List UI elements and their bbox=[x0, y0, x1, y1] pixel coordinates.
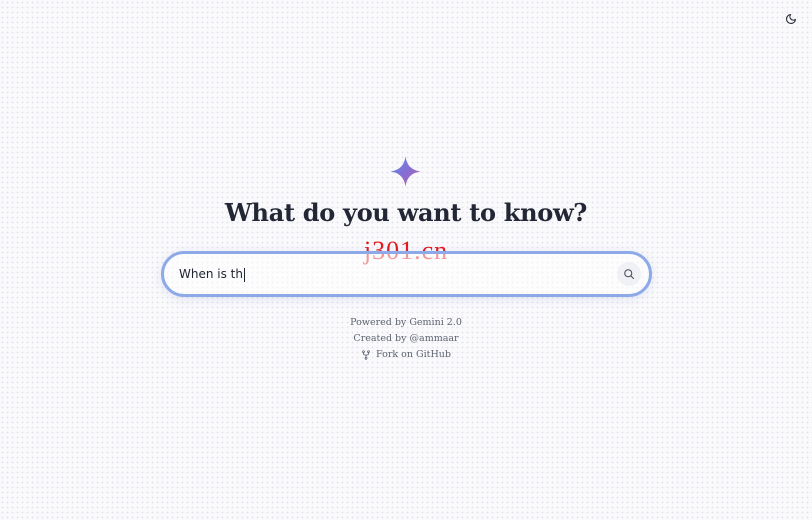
search-input[interactable]: When is th bbox=[179, 254, 245, 294]
search-input-value: When is th bbox=[179, 267, 243, 281]
theme-toggle-button[interactable] bbox=[782, 10, 800, 28]
fork-on-github-link[interactable]: Fork on GitHub bbox=[361, 347, 451, 363]
created-by-text: Created by @ammaar bbox=[353, 333, 459, 344]
search-box[interactable]: When is th bbox=[161, 251, 652, 297]
page-title: What do you want to know? bbox=[224, 198, 588, 227]
sparkle-icon bbox=[390, 156, 421, 187]
fork-label: Fork on GitHub bbox=[376, 349, 451, 360]
moon-icon bbox=[785, 13, 797, 25]
git-fork-icon bbox=[362, 350, 370, 360]
footer: Powered by Gemini 2.0 Created by @ammaar… bbox=[0, 315, 812, 366]
search-button[interactable] bbox=[617, 262, 641, 286]
search-icon bbox=[624, 269, 635, 280]
powered-by-text: Powered by Gemini 2.0 bbox=[350, 317, 462, 328]
text-caret bbox=[243, 267, 245, 282]
